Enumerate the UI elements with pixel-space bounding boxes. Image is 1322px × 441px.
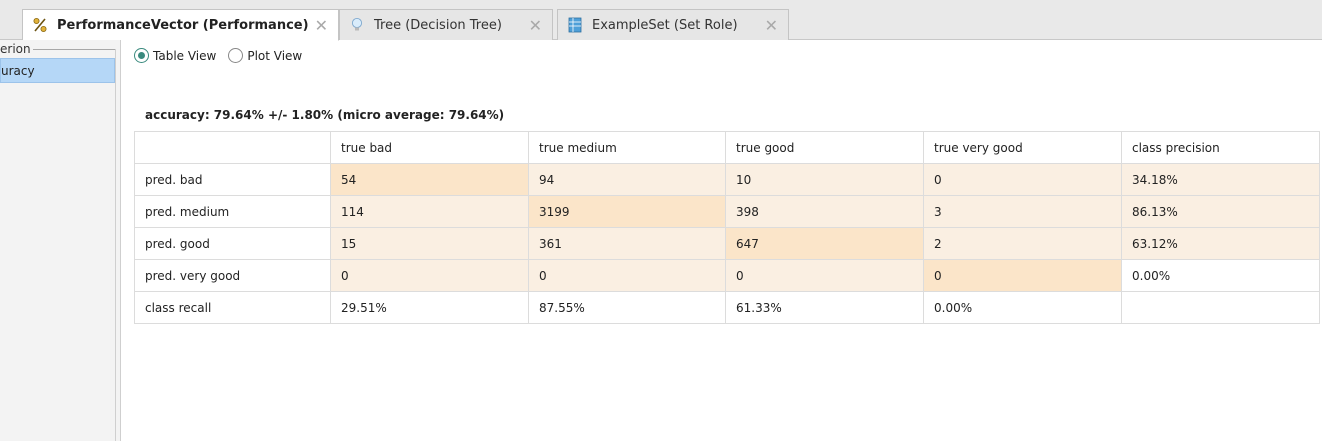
table-row: pred. good 15 361 647 2 63.12%	[134, 227, 1320, 260]
tab-example-set[interactable]: ExampleSet (Set Role) ✕	[557, 9, 789, 40]
tab-bar: PerformanceVector (Performance) ✕ Tree (…	[0, 0, 1322, 41]
matrix-cell: 15	[330, 227, 529, 260]
header-cell: true medium	[528, 131, 726, 164]
tab-decision-tree[interactable]: Tree (Decision Tree) ✕	[339, 9, 553, 40]
matrix-cell: 10	[725, 163, 924, 196]
table-icon	[568, 17, 582, 33]
matrix-cell: 647	[725, 227, 924, 260]
matrix-cell: 2	[923, 227, 1122, 260]
close-icon[interactable]: ✕	[529, 16, 542, 35]
table-view-radio[interactable]	[134, 48, 149, 63]
row-label: pred. very good	[134, 259, 331, 292]
view-toggle: Table View Plot View	[134, 48, 302, 63]
percent-icon	[33, 17, 47, 33]
recall-cell: 87.55%	[528, 291, 726, 324]
group-border-right	[115, 49, 116, 441]
header-cell	[134, 131, 331, 164]
criterion-item-accuracy[interactable]: uracy	[0, 58, 115, 83]
table-view-option[interactable]: Table View	[134, 48, 216, 63]
matrix-cell: 114	[330, 195, 529, 228]
recall-cell: 29.51%	[330, 291, 529, 324]
row-label: pred. bad	[134, 163, 331, 196]
matrix-cell: 0	[528, 259, 726, 292]
matrix-cell: 3199	[528, 195, 726, 228]
accuracy-summary: accuracy: 79.64% +/- 1.80% (micro averag…	[145, 108, 505, 122]
confusion-matrix: true bad true medium true good true very…	[134, 131, 1320, 324]
matrix-cell: 0	[923, 163, 1122, 196]
recall-cell	[1121, 291, 1320, 324]
header-cell: true bad	[330, 131, 529, 164]
tab-performance-vector[interactable]: PerformanceVector (Performance) ✕	[22, 9, 339, 41]
matrix-cell: 94	[528, 163, 726, 196]
lightbulb-icon	[350, 17, 364, 33]
matrix-cell: 54	[330, 163, 529, 196]
table-view-label: Table View	[153, 48, 217, 63]
recall-cell: 61.33%	[725, 291, 924, 324]
precision-cell: 34.18%	[1121, 163, 1320, 196]
table-row: pred. very good 0 0 0 0 0.00%	[134, 259, 1320, 292]
matrix-cell: 361	[528, 227, 726, 260]
matrix-cell: 398	[725, 195, 924, 228]
precision-cell: 63.12%	[1121, 227, 1320, 260]
tab-label: PerformanceVector (Performance)	[57, 17, 309, 33]
tab-label: Tree (Decision Tree)	[374, 17, 502, 33]
close-icon[interactable]: ✕	[315, 16, 328, 35]
header-cell: true very good	[923, 131, 1122, 164]
precision-cell: 86.13%	[1121, 195, 1320, 228]
row-label: class recall	[134, 291, 331, 324]
plot-view-option[interactable]: Plot View	[228, 48, 302, 63]
recall-cell: 0.00%	[923, 291, 1122, 324]
plot-view-radio[interactable]	[228, 48, 244, 63]
row-label: pred. good	[134, 227, 331, 260]
table-row: pred. bad 54 94 10 0 34.18%	[134, 163, 1320, 196]
matrix-cell: 0	[923, 259, 1122, 292]
criterion-group-label: erion	[0, 42, 33, 56]
matrix-cell: 0	[725, 259, 924, 292]
plot-view-label: Plot View	[247, 48, 303, 63]
tab-label: ExampleSet (Set Role)	[592, 17, 738, 33]
header-cell: class precision	[1121, 131, 1320, 164]
row-label: pred. medium	[134, 195, 331, 228]
matrix-cell: 3	[923, 195, 1122, 228]
matrix-cell: 0	[330, 259, 529, 292]
criterion-pane: erion uracy	[0, 40, 121, 441]
table-row: pred. medium 114 3199 398 3 86.13%	[134, 195, 1320, 228]
header-row: true bad true medium true good true very…	[134, 131, 1320, 164]
recall-row: class recall 29.51% 87.55% 61.33% 0.00%	[134, 291, 1320, 324]
header-cell: true good	[725, 131, 924, 164]
close-icon[interactable]: ✕	[765, 16, 778, 35]
precision-cell: 0.00%	[1121, 259, 1320, 292]
